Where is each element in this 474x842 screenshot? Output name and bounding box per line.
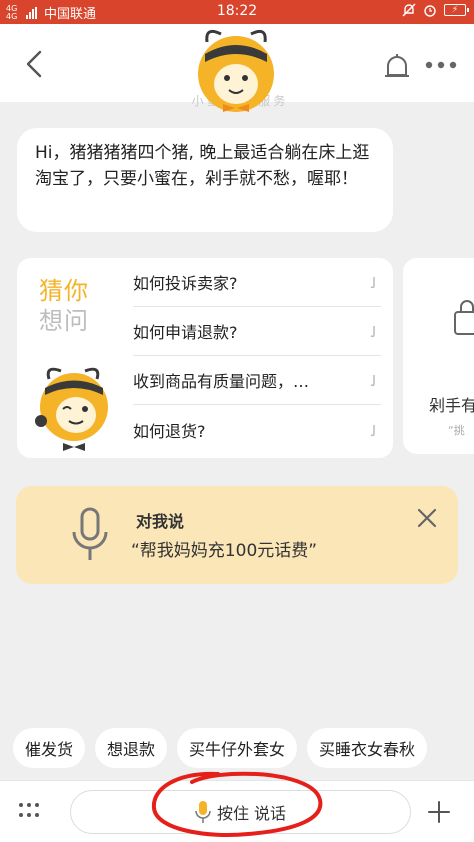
tap-arrow-icon (370, 424, 375, 436)
mute-bell-icon (402, 3, 416, 17)
suggestion-chip[interactable]: 想退款 (95, 728, 168, 768)
tap-arrow-icon (370, 277, 375, 289)
faq-title: 猜你 想问 (39, 277, 89, 335)
more-dots-icon[interactable] (424, 58, 458, 72)
tap-arrow-icon (370, 375, 375, 387)
suggestion-chip[interactable]: 买睡衣女春秋 (307, 728, 428, 768)
plus-icon[interactable] (428, 801, 450, 823)
voice-hint-card: 对我说 “帮我妈妈充100元话费” (16, 486, 458, 584)
alarm-icon (424, 5, 436, 17)
voice-hint-title: 对我说 (136, 512, 185, 531)
mascot-wink-icon (35, 367, 108, 451)
chevron-left-icon[interactable] (20, 49, 50, 79)
hold-to-talk-label: 按住 说话 (216, 804, 287, 823)
suggestion-chip[interactable]: 催发货 (13, 728, 86, 768)
shopping-card-label: 剁手有 (429, 396, 474, 415)
hold-to-talk-button[interactable]: 按住 说话 (70, 790, 411, 834)
status-bar: 4G 4G 中国联通 18:22 ⚡ (0, 0, 474, 24)
faq-item[interactable]: 如何申请退款? (133, 307, 381, 356)
microphone-icon (72, 507, 108, 560)
menu-grid-icon[interactable] (18, 801, 40, 821)
faq-item[interactable]: 收到商品有质量问题，… (133, 356, 381, 405)
shopping-bag-icon (454, 300, 474, 335)
mascot-avatar (198, 29, 274, 112)
voice-hint-example: “帮我妈妈充100元话费” (131, 541, 318, 561)
bell-icon[interactable] (382, 52, 412, 82)
tap-arrow-icon (370, 326, 375, 338)
shopping-card-sub: “挑 (448, 424, 465, 437)
faq-item[interactable]: 如何退货? (133, 405, 381, 454)
close-icon[interactable] (415, 506, 439, 530)
input-bar: 按住 说话 (0, 780, 474, 842)
faq-list: 如何投诉卖家? 如何申请退款? 收到商品有质量问题，… 如何退货? (133, 258, 381, 454)
faq-card: 猜你 想问 如何投诉卖家? 如何申请退款? 收到商品有质量问题，… 如何退货? (17, 258, 393, 458)
suggestion-row: 催发货 想退款 买牛仔外套女 买睡衣女春秋 (13, 728, 474, 770)
microphone-icon (195, 801, 211, 823)
shopping-card[interactable]: 剁手有 “挑 (403, 258, 474, 454)
faq-item[interactable]: 如何投诉卖家? (133, 258, 381, 307)
battery-charging-icon: ⚡ (444, 4, 469, 16)
suggestion-chip[interactable]: 买牛仔外套女 (177, 728, 298, 768)
greeting-bubble: Hi，猪猪猪猪四个猪, 晚上最适合躺在床上逛淘宝了，只要小蜜在，剁手就不愁，喔耶… (17, 128, 393, 232)
